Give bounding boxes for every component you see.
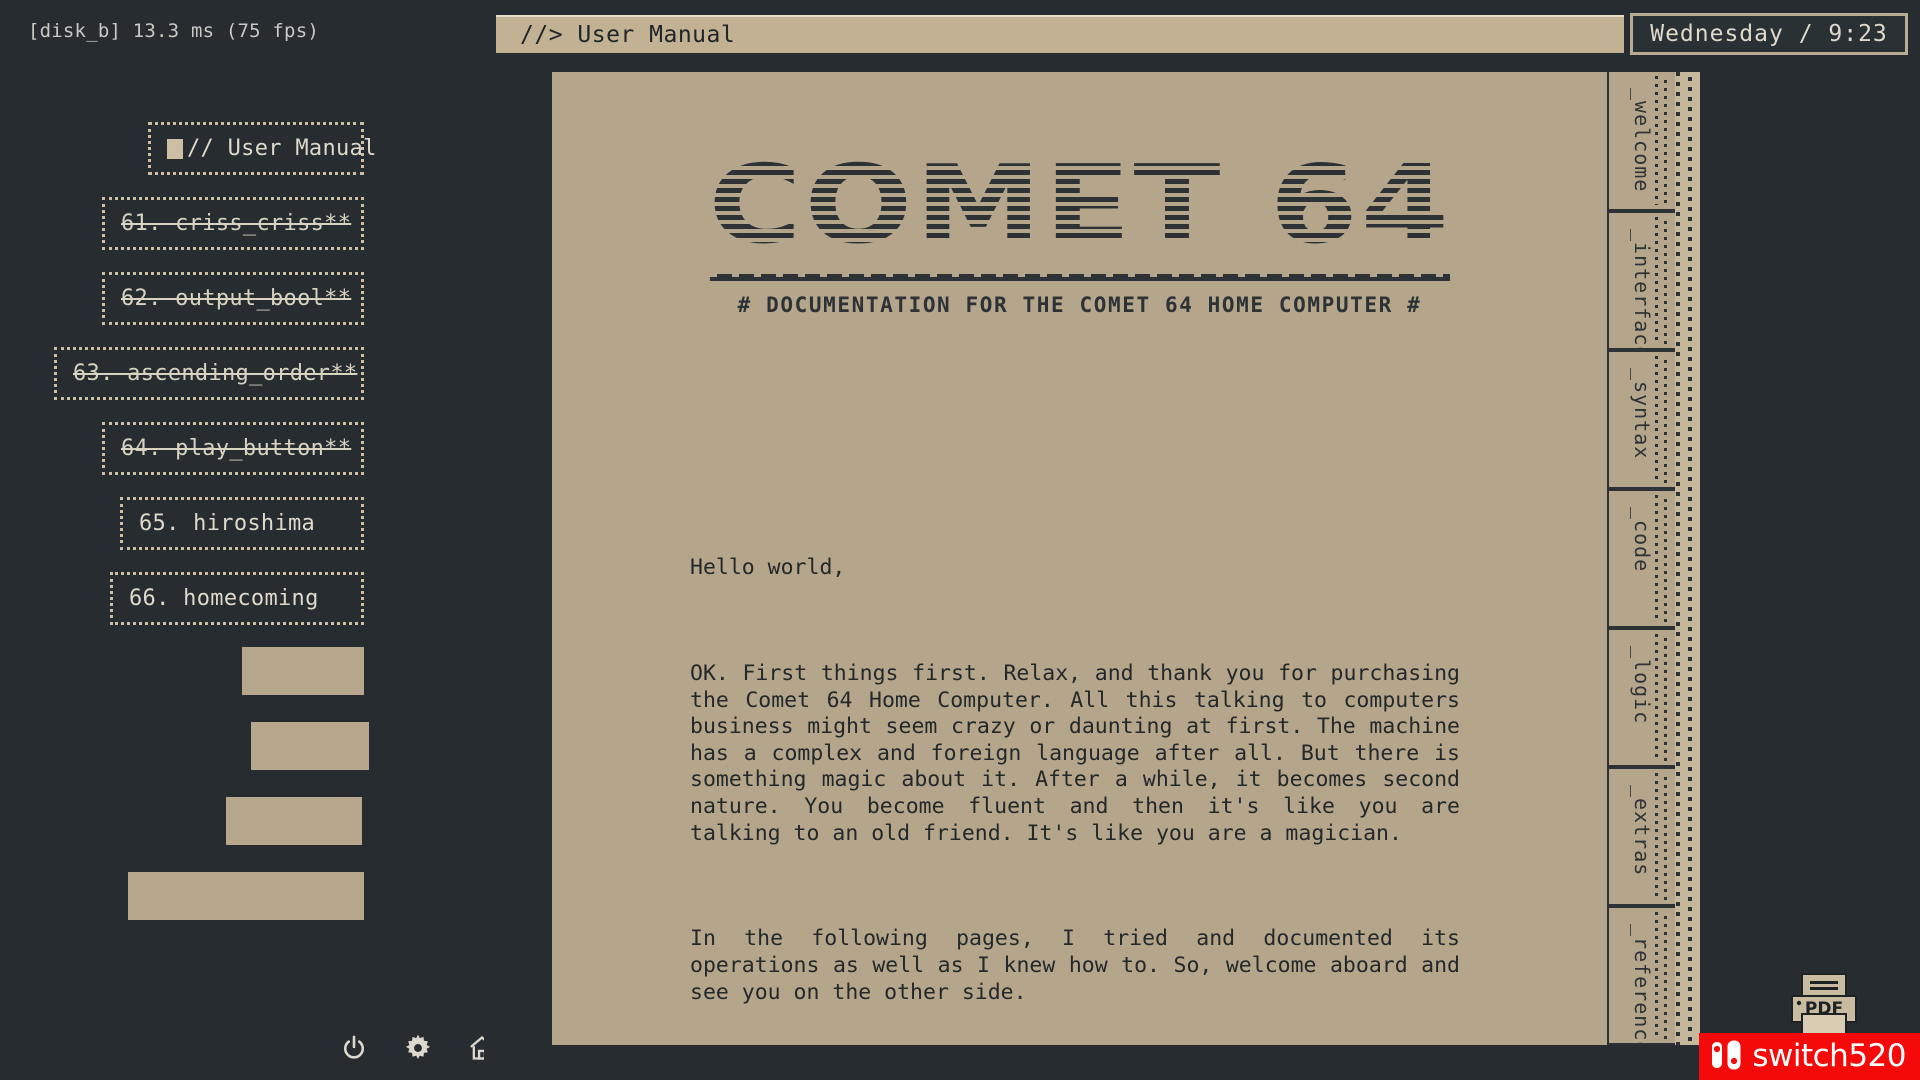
- sidebar-nav-list: // User Manual 61. criss_criss** 62. out…: [0, 122, 484, 947]
- sidebar-placeholder-block[interactable]: [128, 872, 364, 920]
- nav-row: 61. criss_criss**: [0, 197, 484, 272]
- sidebar-item-label: 61. criss_criss**: [121, 211, 352, 236]
- tab-dot-pattern: [1655, 912, 1671, 1039]
- document-body: Hello world, OK. First things first. Rel…: [690, 502, 1460, 1080]
- sidebar-placeholder-block[interactable]: [226, 797, 362, 845]
- tab-label: _reference: [1630, 924, 1654, 1045]
- svg-text:PDF: PDF: [1805, 999, 1843, 1019]
- tab-dot-pattern: [1655, 217, 1671, 344]
- tab-dot-pattern: [1655, 634, 1671, 761]
- watermark-text: switch520: [1752, 1038, 1906, 1074]
- sidebar-item-homecoming[interactable]: 66. homecoming: [110, 572, 364, 625]
- paragraph: Hello world,: [690, 555, 846, 581]
- sidebar-item-label: 64. play_button**: [121, 436, 352, 461]
- gear-icon[interactable]: [404, 1034, 432, 1062]
- comet-logo: COMET 64 # DOCUMENTATION FOR THE COMET 6…: [552, 152, 1607, 317]
- tab-syntax[interactable]: _syntax: [1607, 350, 1675, 489]
- sidebar-item-user-manual[interactable]: // User Manual: [148, 122, 376, 175]
- power-icon[interactable]: [340, 1034, 368, 1062]
- tab-label: _logic: [1630, 646, 1654, 725]
- sidebar-placeholder-block[interactable]: [251, 722, 369, 770]
- tab-dot-pattern: [1655, 76, 1671, 205]
- nav-row: 63. ascending_order**: [0, 347, 484, 422]
- nav-row: [0, 647, 484, 722]
- nav-row: 66. homecoming: [0, 572, 484, 647]
- tab-reference[interactable]: _reference: [1607, 906, 1675, 1045]
- logo-subtitle: # DOCUMENTATION FOR THE COMET 64 HOME CO…: [737, 293, 1422, 317]
- tab-label: _interface: [1630, 229, 1654, 350]
- tab-dot-pattern: [1655, 356, 1671, 483]
- active-marker-icon: [167, 138, 183, 159]
- clock-label: Wednesday / 9:23: [1650, 21, 1888, 47]
- clock-widget: Wednesday / 9:23: [1630, 13, 1908, 55]
- tab-dot-pattern: [1655, 495, 1671, 622]
- nav-row: [0, 797, 484, 872]
- document-page: COMET 64 # DOCUMENTATION FOR THE COMET 6…: [552, 72, 1607, 1045]
- logo-wordmark: COMET 64: [707, 143, 1452, 268]
- tab-dot-pattern: [1655, 773, 1671, 900]
- tab-label: _code: [1630, 507, 1654, 573]
- page-title: //> User Manual: [520, 22, 736, 48]
- tab-label: _welcome: [1630, 88, 1654, 193]
- sidebar-item-hiroshima[interactable]: 65. hiroshima: [120, 497, 364, 550]
- nav-row: 64. play_button**: [0, 422, 484, 497]
- sidebar: [disk_b] 13.3 ms (75 fps) // User Manual…: [0, 0, 494, 1080]
- pdf-export-icon[interactable]: PDF: [1786, 970, 1862, 1038]
- sidebar-item-label: 66. homecoming: [129, 586, 319, 611]
- main-panel: //> User Manual Wednesday / 9:23 COMET 6…: [484, 0, 1920, 1080]
- perf-readout: [disk_b] 13.3 ms (75 fps): [28, 20, 319, 42]
- nav-row: 65. hiroshima: [0, 497, 484, 572]
- tab-label: _extras: [1630, 785, 1654, 877]
- sidebar-item-output-bool[interactable]: 62. output_bool**: [102, 272, 364, 325]
- paragraph: OK. First things first. Relax, and thank…: [690, 660, 1473, 846]
- sidebar-item-ascending-order[interactable]: 63. ascending_order**: [54, 347, 364, 400]
- sidebar-item-play-button[interactable]: 64. play_button**: [102, 422, 364, 475]
- sidebar-item-label: // User Manual: [187, 136, 377, 161]
- tab-welcome[interactable]: _welcome: [1607, 72, 1675, 211]
- sidebar-item-label: 63. ascending_order**: [73, 361, 358, 386]
- watermark-badge: switch520: [1699, 1033, 1920, 1080]
- sidebar-icon-tray: [340, 1034, 496, 1062]
- window-titlebar: //> User Manual: [496, 15, 1624, 53]
- sidebar-item-label: 65. hiroshima: [139, 511, 316, 536]
- sidebar-placeholder-block[interactable]: [242, 647, 364, 695]
- switch-logo-icon: [1709, 1038, 1743, 1076]
- paragraph: In the following pages, I tried and docu…: [690, 926, 1473, 1005]
- nav-row: [0, 722, 484, 797]
- tab-code[interactable]: _code: [1607, 489, 1675, 628]
- tab-extras[interactable]: _extras: [1607, 767, 1675, 906]
- logo-divider: [709, 274, 1450, 281]
- sidebar-item-criss-criss[interactable]: 61. criss_criss**: [102, 197, 364, 250]
- tab-interface[interactable]: _interface: [1607, 211, 1675, 350]
- app-root: [disk_b] 13.3 ms (75 fps) // User Manual…: [0, 0, 1920, 1080]
- nav-row: 62. output_bool**: [0, 272, 484, 347]
- nav-row: // User Manual: [0, 122, 484, 197]
- tab-logic[interactable]: _logic: [1607, 628, 1675, 767]
- nav-row: [0, 872, 484, 947]
- tab-label: _syntax: [1630, 368, 1654, 460]
- sidebar-item-label: 62. output_bool**: [121, 286, 352, 311]
- tab-rail: _welcome _interface _syntax _code _logic…: [1607, 72, 1697, 1045]
